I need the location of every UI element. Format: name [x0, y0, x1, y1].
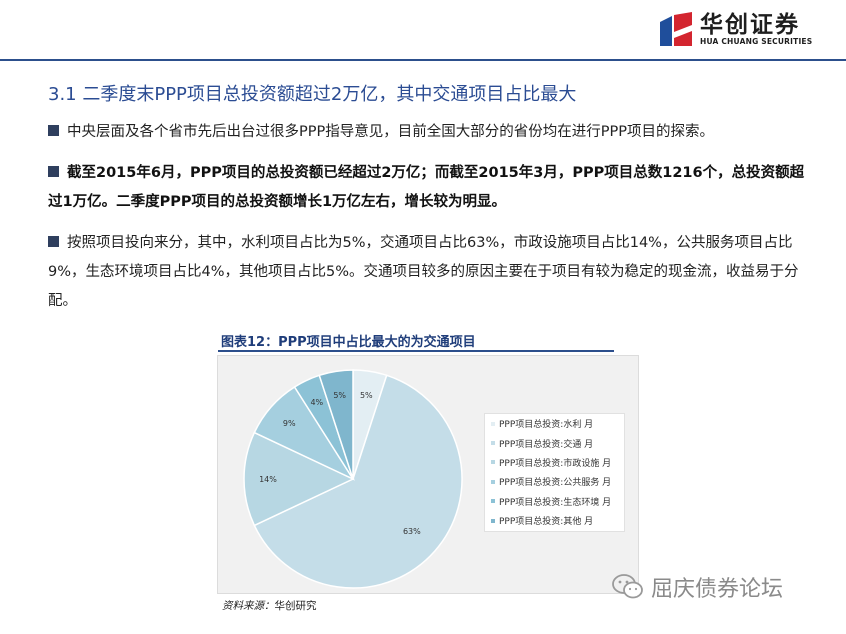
- paragraph-2: 截至2015年6月，PPP项目的总投资额已经超过2万亿；而截至2015年3月，P…: [48, 159, 818, 217]
- figure-title: 图表12：PPP项目中占比最大的为交通项目: [221, 335, 476, 350]
- legend-label: PPP项目总投资:其他 月: [499, 517, 594, 528]
- legend-label: PPP项目总投资:交通 月: [499, 439, 594, 450]
- watermark-text: 屈庆债券论坛: [651, 577, 784, 602]
- figure-source: 资料来源：华创研究: [222, 598, 317, 613]
- legend-item: PPP项目总投资:公共服务 月: [485, 472, 624, 491]
- header-divider: [0, 59, 846, 61]
- legend-swatch: [491, 479, 495, 484]
- legend-swatch: [491, 421, 495, 426]
- chart-legend: PPP项目总投资:水利 月 PPP项目总投资:交通 月 PPP项目总投资:市政设施 …: [484, 413, 625, 532]
- pie-data-label: 14%: [259, 475, 277, 484]
- legend-label: PPP项目总投资:生态环境 月: [499, 497, 612, 508]
- logo-mark-icon: [660, 12, 692, 46]
- legend-item: PPP项目总投资:生态环境 月: [485, 492, 624, 511]
- figure-title-rule: [218, 350, 614, 352]
- legend-item: PPP项目总投资:市政设施 月: [485, 453, 624, 472]
- legend-item: PPP项目总投资:水利 月: [485, 414, 624, 433]
- pie-data-label: 63%: [403, 527, 421, 536]
- pie-data-label: 5%: [333, 391, 346, 400]
- bullet-square-icon: [48, 236, 59, 247]
- legend-item: PPP项目总投资:交通 月: [485, 433, 624, 452]
- legend-swatch: [491, 518, 495, 523]
- paragraph-2-text: 截至2015年6月，PPP项目的总投资额已经超过2万亿；而截至2015年3月，P…: [48, 165, 805, 210]
- pie-data-label: 9%: [283, 419, 296, 428]
- section-title: 3.1 二季度末PPP项目总投资额超过2万亿，其中交通项目占比最大: [48, 84, 577, 105]
- paragraph-3: 按照项目投向来分，其中，水利项目占比为5%，交通项目占比63%，市政设施项目占比…: [48, 229, 818, 316]
- bullet-square-icon: [48, 125, 59, 136]
- logo-chinese: 华创证券: [700, 12, 800, 38]
- watermark: 屈庆债券论坛: [611, 571, 783, 603]
- pie-data-label: 5%: [360, 391, 373, 400]
- source-label: 资料来源：: [222, 600, 275, 612]
- legend-swatch: [491, 460, 495, 465]
- logo-english: HUA CHUANG SECURITIES: [700, 37, 813, 46]
- wechat-icon: [612, 574, 643, 599]
- legend-swatch: [491, 441, 495, 446]
- pie-data-label: 4%: [310, 398, 323, 407]
- paragraph-3-text: 按照项目投向来分，其中，水利项目占比为5%，交通项目占比63%，市政设施项目占比…: [48, 235, 799, 309]
- bullet-square-icon: [48, 166, 59, 177]
- source-value: 华创研究: [274, 600, 317, 612]
- paragraph-1: 中央层面及各个省市先后出台过很多PPP指导意见，目前全国大部分的省份均在进行PP…: [48, 118, 818, 147]
- legend-item: PPP项目总投资:其他 月: [485, 511, 624, 530]
- legend-label: PPP项目总投资:市政设施 月: [499, 458, 612, 469]
- company-logo: 华创证券 HUA CHUANG SECURITIES: [658, 12, 812, 48]
- legend-label: PPP项目总投资:水利 月: [499, 420, 594, 431]
- paragraph-1-text: 中央层面及各个省市先后出台过很多PPP指导意见，目前全国大部分的省份均在进行PP…: [67, 124, 714, 140]
- legend-label: PPP项目总投资:公共服务 月: [499, 478, 612, 489]
- legend-swatch: [491, 499, 495, 504]
